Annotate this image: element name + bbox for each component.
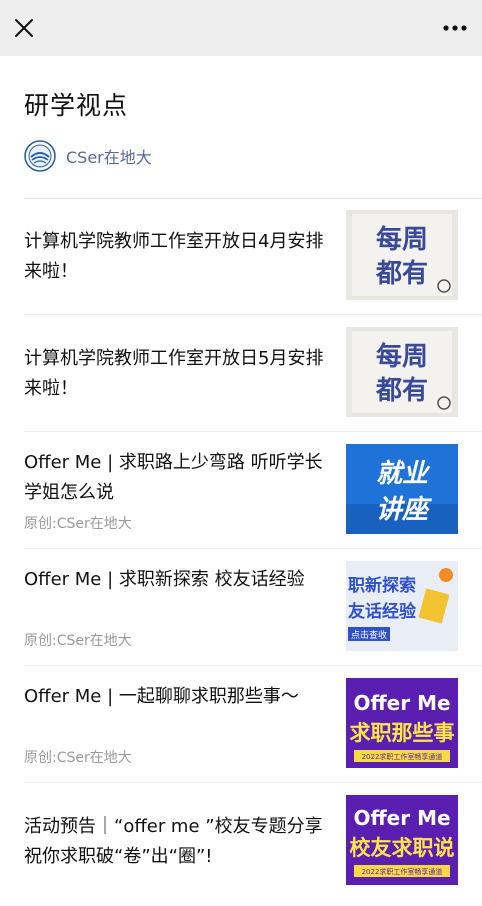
thumb-text: 讲座: [376, 495, 433, 525]
article-title: 计算机学院教师工作室开放日4月安排来啦！: [24, 230, 324, 282]
article-source: 原创:CSer在地大: [24, 750, 132, 766]
thumb-text: 求职那些事: [350, 721, 455, 745]
article-source: 原创:CSer在地大: [24, 633, 132, 649]
more-icon: [443, 25, 467, 31]
thumb-text: 都有: [375, 376, 428, 406]
thumb-text: 职新探索: [348, 575, 416, 596]
article-thumbnail: Offer Me 求职那些事 2022求职工作室畅享通道: [346, 678, 458, 768]
article-title: Offer Me | 求职路上少弯路 听听学长学姐怎么说: [24, 452, 323, 503]
article-thumbnail: 每周 都有: [346, 210, 458, 300]
thumb-text: 就业: [376, 459, 431, 489]
thumb-text: 点击查收: [351, 629, 387, 641]
article-thumbnail: Offer Me 校友求职说 2022求职工作室畅享通道: [346, 795, 458, 885]
account-name: CSer在地大: [66, 148, 152, 167]
account-logo-icon: [24, 140, 56, 172]
top-bar: [0, 0, 482, 56]
thumb-text: 2022求职工作室畅享通道: [362, 752, 443, 761]
article-thumbnail: 就业 讲座: [346, 444, 458, 534]
article-source: 原创:CSer在地大: [24, 516, 132, 532]
article-title: Offer Me | 一起聊聊求职那些事～: [24, 686, 299, 707]
thumb-text: 友话经验: [348, 601, 417, 622]
thumb-text: 2022求职工作室畅享通道: [362, 867, 443, 876]
page-title: 研学视点: [24, 91, 129, 120]
article-title: 计算机学院教师工作室开放日5月安排来啦！: [24, 347, 324, 399]
article-item[interactable]: 计算机学院教师工作室开放日4月安排来啦！ 每周 都有: [24, 198, 482, 315]
article-item[interactable]: Offer Me | 求职新探索 校友话经验 原创:CSer在地大 职新探索 友…: [24, 549, 482, 666]
article-title: Offer Me | 求职新探索 校友话经验: [24, 569, 305, 590]
article-item[interactable]: Offer Me | 求职路上少弯路 听听学长学姐怎么说 原创:CSer在地大 …: [24, 432, 482, 549]
thumb-text: 都有: [375, 259, 428, 289]
close-button[interactable]: [10, 14, 38, 42]
article-item[interactable]: Offer Me | 一起聊聊求职那些事～ 原创:CSer在地大 Offer M…: [24, 666, 482, 783]
thumb-text: 每周: [376, 224, 428, 255]
article-thumbnail: 职新探索 友话经验 点击查收: [346, 561, 458, 651]
thumb-text: Offer Me: [353, 806, 450, 830]
account-link[interactable]: CSer在地大: [24, 140, 152, 172]
article-title: 活动预告｜“offer me ”校友专题分享祝你求职破“卷”出“圈”!: [24, 815, 323, 867]
thumb-text: 校友求职说: [350, 836, 455, 860]
more-button[interactable]: [440, 18, 470, 38]
article-item[interactable]: 计算机学院教师工作室开放日5月安排来啦！ 每周 都有: [24, 315, 482, 432]
article-item[interactable]: 活动预告｜“offer me ”校友专题分享祝你求职破“卷”出“圈”! Offe…: [24, 783, 482, 900]
thumb-text: 每周: [376, 341, 428, 372]
close-icon: [15, 19, 33, 37]
article-thumbnail: 每周 都有: [346, 327, 458, 417]
thumb-text: Offer Me: [353, 691, 450, 715]
